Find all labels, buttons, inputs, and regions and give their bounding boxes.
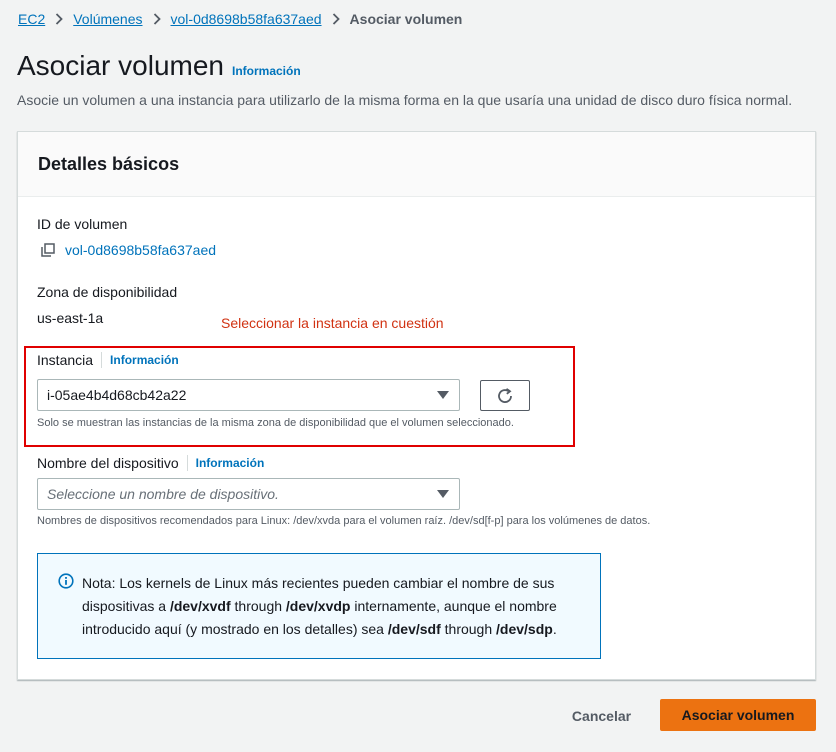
header-info-link[interactable]: Información <box>232 64 301 78</box>
device-label-row: Nombre del dispositivo Información <box>37 455 264 471</box>
section-title: Detalles básicos <box>38 153 180 174</box>
refresh-button[interactable] <box>480 380 530 411</box>
page-title-text: Asociar volumen <box>17 50 224 81</box>
container-header: Detalles básicos <box>18 132 815 197</box>
chevron-right-icon <box>153 13 161 25</box>
volume-id-label: ID de volumen <box>37 216 128 232</box>
page-title: Asociar volumen Información <box>17 50 301 82</box>
breadcrumb: EC2 Volúmenes vol-0d8698b58fa637aed Asoc… <box>18 9 462 29</box>
label-divider <box>186 455 188 471</box>
alert-path-sdf: /dev/sdf <box>387 621 441 637</box>
breadcrumb-ec2[interactable]: EC2 <box>18 11 45 27</box>
instance-info-link[interactable]: Información <box>110 353 179 367</box>
instance-label-row: Instancia Información <box>37 352 179 368</box>
instance-hint: Solo se muestran las instancias de la mi… <box>37 417 514 429</box>
breadcrumb-current: Asociar volumen <box>349 11 463 27</box>
az-value: us-east-1a <box>37 310 104 326</box>
instance-select[interactable]: i-05ae4b4d68cb42a22 <box>37 379 460 411</box>
annotation-text: Seleccionar la instancia en cuestión <box>221 315 444 331</box>
label-divider <box>101 352 103 368</box>
volume-id-row: vol-0d8698b58fa637aed <box>41 242 216 258</box>
attach-volume-button[interactable]: Asociar volumen <box>660 699 816 731</box>
breadcrumb-volume-id[interactable]: vol-0d8698b58fa637aed <box>171 11 322 27</box>
device-select[interactable]: Seleccione un nombre de dispositivo. <box>37 478 460 510</box>
volume-id-link[interactable]: vol-0d8698b58fa637aed <box>65 242 216 258</box>
chevron-right-icon <box>55 13 64 25</box>
instance-label: Instancia <box>37 352 94 368</box>
az-label: Zona de disponibilidad <box>37 284 178 300</box>
caret-down-icon <box>437 490 449 498</box>
device-info-link[interactable]: Información <box>196 456 265 470</box>
caret-down-icon <box>437 391 449 399</box>
cancel-button[interactable]: Cancelar <box>565 703 638 729</box>
chevron-right-icon <box>332 13 340 25</box>
alert-text-part: through <box>440 621 497 637</box>
refresh-icon <box>498 387 512 403</box>
device-label: Nombre del dispositivo <box>37 455 179 471</box>
alert-path-xvdf: /dev/xvdf <box>169 598 231 614</box>
alert-text: Nota: Los kernels de Linux más recientes… <box>82 572 580 658</box>
page-description: Asocie un volumen a una instancia para u… <box>17 92 793 108</box>
alert-text-part: . <box>552 621 557 637</box>
instance-select-value: i-05ae4b4d68cb42a22 <box>47 387 187 403</box>
alert-path-sdp: /dev/sdp <box>496 621 553 637</box>
breadcrumb-volumes[interactable]: Volúmenes <box>73 11 142 27</box>
device-hint: Nombres de dispositivos recomendados par… <box>37 515 651 527</box>
device-select-placeholder: Seleccione un nombre de dispositivo. <box>47 486 279 502</box>
info-alert: Nota: Los kernels de Linux más recientes… <box>37 553 601 659</box>
alert-text-part: through <box>230 598 286 614</box>
copy-icon[interactable] <box>41 243 55 257</box>
alert-path-xvdp: /dev/xvdp <box>285 598 351 614</box>
info-circle-icon <box>58 573 74 589</box>
